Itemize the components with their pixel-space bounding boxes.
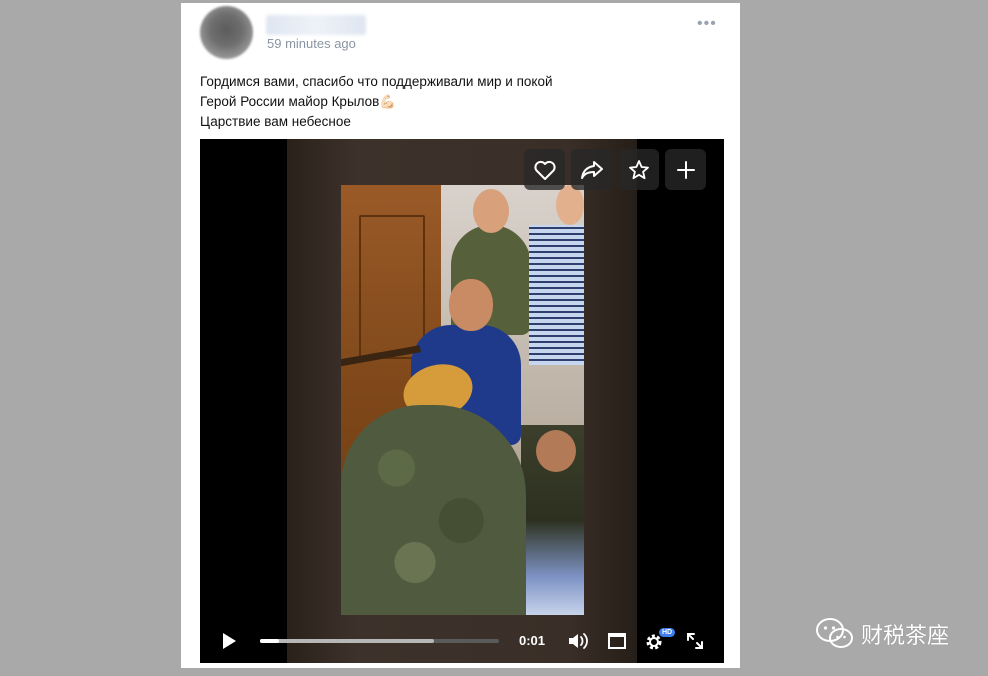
striped-shirt-figure [529, 225, 584, 365]
video-frame [341, 185, 584, 615]
post-text-line: Герой России майор Крылов💪🏻 [200, 94, 397, 109]
post-text-line: Царствие вам небесное [200, 114, 351, 129]
volume-icon [569, 633, 588, 649]
post-card: 59 minutes ago ••• Гордимся вами, спасиб… [181, 3, 740, 668]
watermark-text: 财税茶座 [861, 624, 950, 649]
watermark: 财税茶座 [815, 617, 949, 651]
fullscreen-icon [687, 633, 703, 649]
video-controls: 0:01 HD [200, 619, 724, 663]
theater-mode-button[interactable] [607, 631, 627, 656]
author-avatar[interactable] [200, 6, 253, 59]
window-icon [608, 633, 626, 649]
progress-buffered [260, 639, 435, 643]
soldier-head [473, 189, 509, 233]
play-icon [223, 633, 236, 649]
video-action-bar [524, 149, 706, 190]
time-readout: 0:01 [519, 633, 546, 648]
fullscreen-button[interactable] [685, 631, 705, 656]
heart-icon [533, 160, 556, 180]
play-button[interactable] [220, 631, 238, 656]
author-name-redacted[interactable] [266, 15, 366, 35]
hd-badge: HD [659, 628, 676, 637]
volume-button[interactable] [567, 631, 591, 656]
post-text-line: Гордимся вами, спасибо что поддерживали … [200, 74, 553, 89]
star-icon [628, 159, 649, 179]
progress-bar[interactable] [260, 639, 499, 643]
more-options-button[interactable]: ••• [697, 15, 717, 33]
progress-played [260, 639, 280, 643]
camo-foreground-figure [341, 405, 526, 615]
soldier-head [556, 185, 584, 225]
soldier-head [536, 430, 576, 472]
plus-icon [676, 160, 695, 179]
favorite-button[interactable] [618, 149, 659, 190]
share-icon [580, 160, 603, 179]
post-timestamp[interactable]: 59 minutes ago [267, 36, 356, 51]
post-text: Гордимся вами, спасибо что поддерживали … [200, 72, 553, 132]
share-button[interactable] [571, 149, 612, 190]
like-button[interactable] [524, 149, 565, 190]
wechat-icon [816, 618, 853, 648]
video-player[interactable]: 0:01 HD [200, 139, 724, 663]
add-button[interactable] [665, 149, 706, 190]
major-head [449, 279, 493, 331]
